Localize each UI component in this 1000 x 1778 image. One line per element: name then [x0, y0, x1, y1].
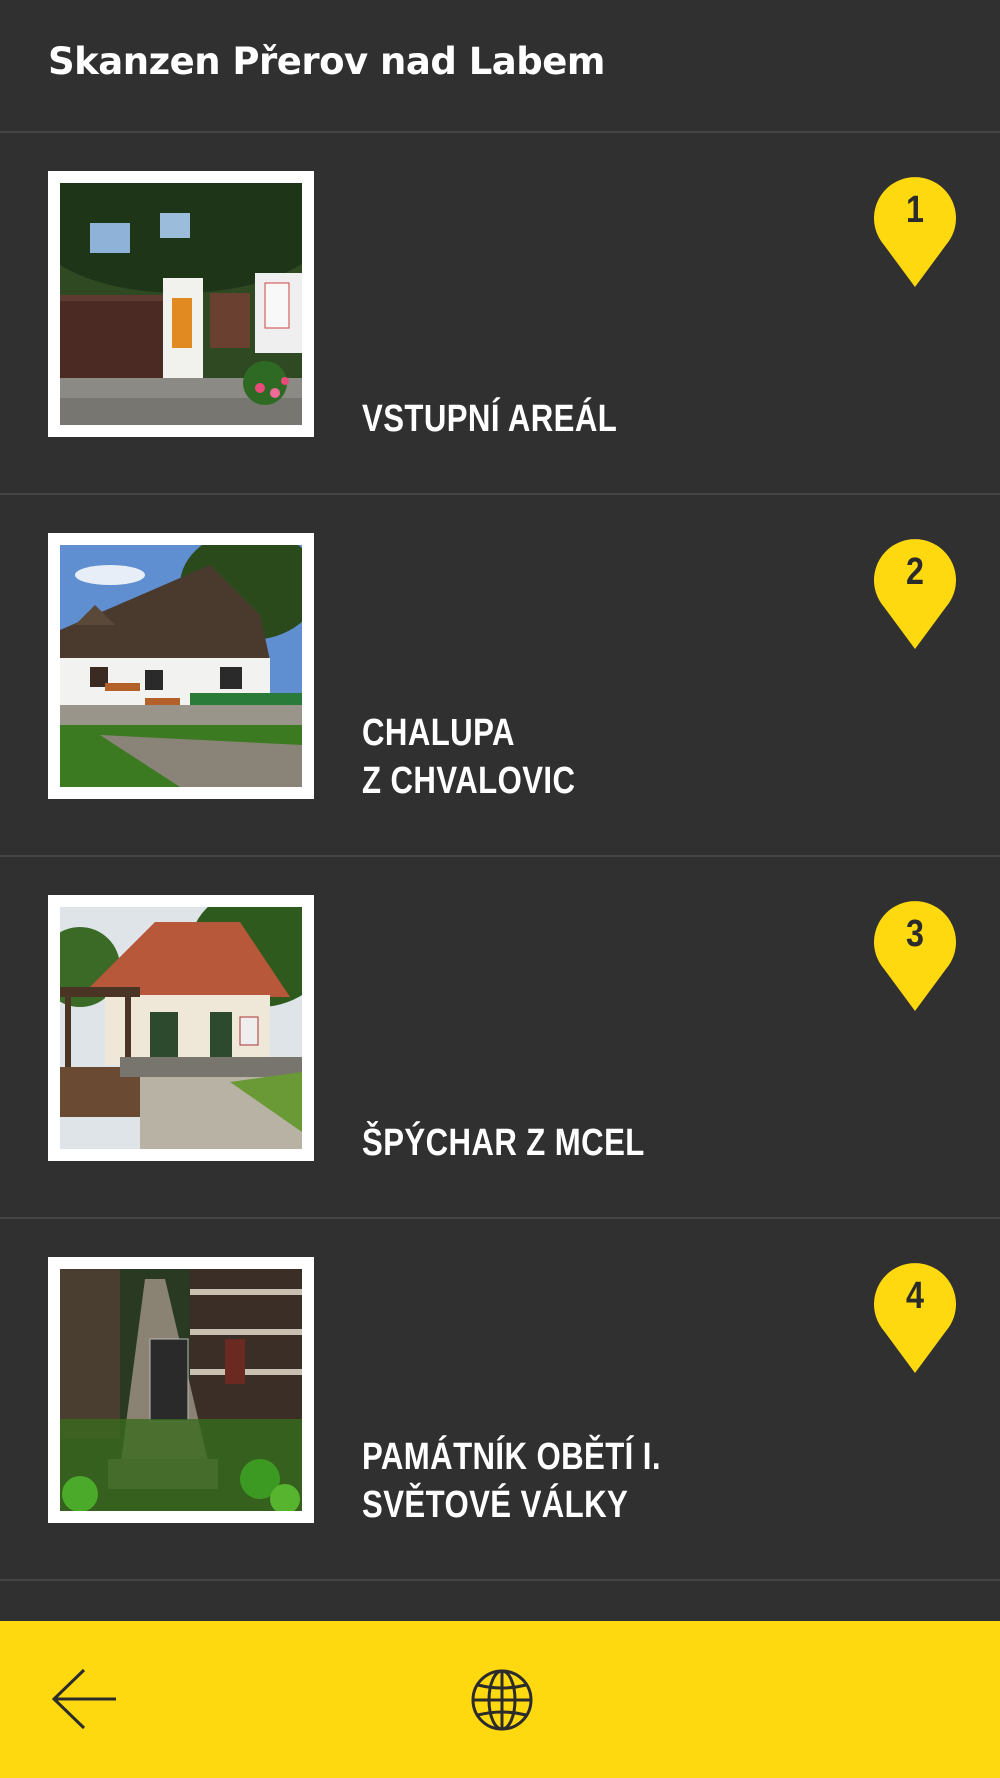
list-item[interactable]: PAMÁTNÍK OBĚTÍ I. SVĚTOVÉ VÁLKY 4 [0, 1219, 1000, 1581]
places-list: VSTUPNÍ AREÁL 1 CHALUPA Z CHVALOVIC 2 ŠP… [0, 133, 1000, 1581]
thumbnail-frame [48, 895, 314, 1161]
language-button[interactable] [468, 1666, 536, 1734]
page-title: Skanzen Přerov nad Labem [48, 40, 605, 83]
list-item[interactable]: VSTUPNÍ AREÁL 1 [0, 133, 1000, 495]
memorial-photo [60, 1269, 302, 1511]
cottage-photo [60, 545, 302, 787]
pin-number: 2 [906, 551, 924, 593]
thumbnail-frame [48, 533, 314, 799]
granary-photo [60, 907, 302, 1149]
list-item[interactable]: CHALUPA Z CHVALOVIC 2 [0, 495, 1000, 857]
entrance-gate-photo [60, 183, 302, 425]
thumbnail-frame [48, 1257, 314, 1523]
list-item[interactable]: ŠPÝCHAR Z MCEL 3 [0, 857, 1000, 1219]
map-pin-icon[interactable]: 2 [872, 533, 958, 651]
item-title: ŠPÝCHAR Z MCEL [362, 1122, 645, 1164]
pin-number: 1 [906, 189, 924, 231]
thumbnail-frame [48, 171, 314, 437]
item-title: PAMÁTNÍK OBĚTÍ I. SVĚTOVÉ VÁLKY [362, 1436, 661, 1526]
arrow-left-icon [51, 1668, 116, 1730]
item-title: VSTUPNÍ AREÁL [362, 398, 618, 440]
bottom-navigation-bar [0, 1621, 1000, 1778]
map-pin-icon[interactable]: 1 [872, 171, 958, 289]
pin-number: 4 [906, 1275, 924, 1317]
back-button[interactable] [46, 1664, 126, 1734]
globe-icon [471, 1669, 533, 1731]
map-pin-icon[interactable]: 4 [872, 1257, 958, 1375]
pin-number: 3 [906, 913, 924, 955]
map-pin-icon[interactable]: 3 [872, 895, 958, 1013]
app-header: Skanzen Přerov nad Labem [0, 0, 1000, 133]
item-title: CHALUPA Z CHVALOVIC [362, 712, 576, 802]
